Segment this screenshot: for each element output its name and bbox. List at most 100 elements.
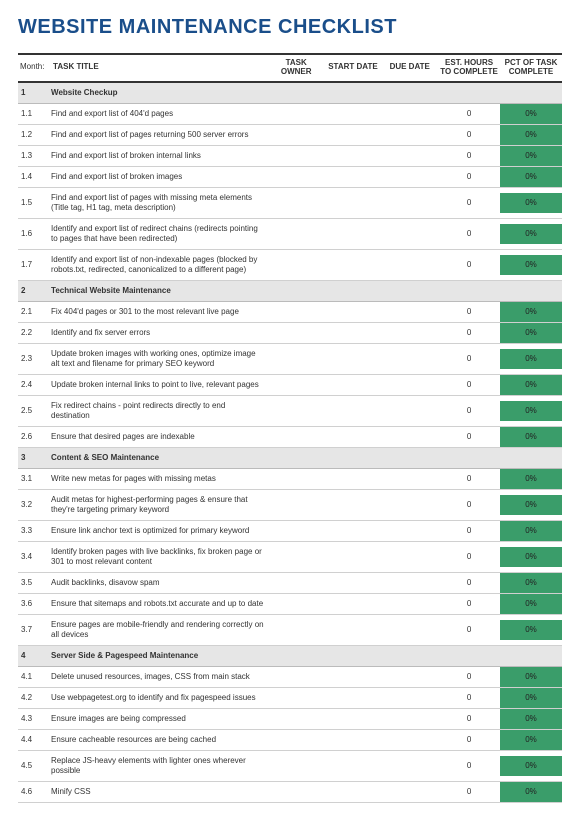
row-due-date[interactable] [381, 614, 438, 645]
row-due-date[interactable] [381, 708, 438, 729]
row-pct-cell[interactable]: 0% [500, 666, 562, 687]
row-task-owner[interactable] [268, 489, 325, 520]
row-task-owner[interactable] [268, 374, 325, 395]
row-task-owner[interactable] [268, 520, 325, 541]
row-task-owner[interactable] [268, 614, 325, 645]
row-est-hours[interactable]: 0 [438, 322, 500, 343]
row-task-owner[interactable] [268, 322, 325, 343]
row-due-date[interactable] [381, 666, 438, 687]
row-pct-cell[interactable]: 0% [500, 541, 562, 572]
row-pct-cell[interactable]: 0% [500, 520, 562, 541]
row-due-date[interactable] [381, 301, 438, 322]
row-start-date[interactable] [325, 781, 382, 802]
row-start-date[interactable] [325, 750, 382, 781]
row-due-date[interactable] [381, 468, 438, 489]
row-due-date[interactable] [381, 520, 438, 541]
row-task-owner[interactable] [268, 124, 325, 145]
row-pct-cell[interactable]: 0% [500, 103, 562, 124]
row-due-date[interactable] [381, 124, 438, 145]
row-due-date[interactable] [381, 322, 438, 343]
row-start-date[interactable] [325, 343, 382, 374]
row-pct-cell[interactable]: 0% [500, 750, 562, 781]
row-pct-cell[interactable]: 0% [500, 708, 562, 729]
row-start-date[interactable] [325, 103, 382, 124]
row-due-date[interactable] [381, 343, 438, 374]
row-pct-cell[interactable]: 0% [500, 218, 562, 249]
row-pct-cell[interactable]: 0% [500, 687, 562, 708]
row-pct-cell[interactable]: 0% [500, 249, 562, 280]
row-start-date[interactable] [325, 687, 382, 708]
row-due-date[interactable] [381, 572, 438, 593]
row-due-date[interactable] [381, 249, 438, 280]
row-start-date[interactable] [325, 666, 382, 687]
row-task-owner[interactable] [268, 541, 325, 572]
row-pct-cell[interactable]: 0% [500, 301, 562, 322]
row-due-date[interactable] [381, 781, 438, 802]
row-task-owner[interactable] [268, 249, 325, 280]
row-start-date[interactable] [325, 301, 382, 322]
row-start-date[interactable] [325, 541, 382, 572]
row-est-hours[interactable]: 0 [438, 708, 500, 729]
row-start-date[interactable] [325, 614, 382, 645]
row-task-owner[interactable] [268, 468, 325, 489]
row-due-date[interactable] [381, 426, 438, 447]
row-pct-cell[interactable]: 0% [500, 322, 562, 343]
row-task-owner[interactable] [268, 750, 325, 781]
row-est-hours[interactable]: 0 [438, 145, 500, 166]
row-start-date[interactable] [325, 374, 382, 395]
row-task-owner[interactable] [268, 166, 325, 187]
row-est-hours[interactable]: 0 [438, 374, 500, 395]
row-start-date[interactable] [325, 166, 382, 187]
row-start-date[interactable] [325, 520, 382, 541]
row-task-owner[interactable] [268, 593, 325, 614]
row-start-date[interactable] [325, 593, 382, 614]
row-task-owner[interactable] [268, 103, 325, 124]
row-pct-cell[interactable]: 0% [500, 426, 562, 447]
row-start-date[interactable] [325, 729, 382, 750]
row-pct-cell[interactable]: 0% [500, 166, 562, 187]
row-est-hours[interactable]: 0 [438, 541, 500, 572]
row-pct-cell[interactable]: 0% [500, 187, 562, 218]
row-est-hours[interactable]: 0 [438, 249, 500, 280]
row-est-hours[interactable]: 0 [438, 614, 500, 645]
row-est-hours[interactable]: 0 [438, 729, 500, 750]
row-est-hours[interactable]: 0 [438, 218, 500, 249]
row-start-date[interactable] [325, 395, 382, 426]
row-task-owner[interactable] [268, 572, 325, 593]
row-task-owner[interactable] [268, 781, 325, 802]
row-pct-cell[interactable]: 0% [500, 614, 562, 645]
row-due-date[interactable] [381, 593, 438, 614]
row-task-owner[interactable] [268, 187, 325, 218]
row-start-date[interactable] [325, 489, 382, 520]
row-task-owner[interactable] [268, 145, 325, 166]
row-est-hours[interactable]: 0 [438, 468, 500, 489]
row-pct-cell[interactable]: 0% [500, 729, 562, 750]
row-est-hours[interactable]: 0 [438, 301, 500, 322]
row-due-date[interactable] [381, 687, 438, 708]
row-pct-cell[interactable]: 0% [500, 572, 562, 593]
row-due-date[interactable] [381, 187, 438, 218]
row-pct-cell[interactable]: 0% [500, 468, 562, 489]
row-task-owner[interactable] [268, 395, 325, 426]
row-due-date[interactable] [381, 145, 438, 166]
row-pct-cell[interactable]: 0% [500, 145, 562, 166]
row-est-hours[interactable]: 0 [438, 426, 500, 447]
row-start-date[interactable] [325, 468, 382, 489]
row-due-date[interactable] [381, 374, 438, 395]
row-start-date[interactable] [325, 249, 382, 280]
row-est-hours[interactable]: 0 [438, 187, 500, 218]
row-due-date[interactable] [381, 750, 438, 781]
row-due-date[interactable] [381, 218, 438, 249]
row-task-owner[interactable] [268, 301, 325, 322]
row-est-hours[interactable]: 0 [438, 593, 500, 614]
row-due-date[interactable] [381, 395, 438, 426]
row-due-date[interactable] [381, 166, 438, 187]
row-task-owner[interactable] [268, 426, 325, 447]
row-pct-cell[interactable]: 0% [500, 124, 562, 145]
row-start-date[interactable] [325, 322, 382, 343]
row-due-date[interactable] [381, 541, 438, 572]
row-pct-cell[interactable]: 0% [500, 781, 562, 802]
row-task-owner[interactable] [268, 666, 325, 687]
row-est-hours[interactable]: 0 [438, 750, 500, 781]
row-est-hours[interactable]: 0 [438, 166, 500, 187]
